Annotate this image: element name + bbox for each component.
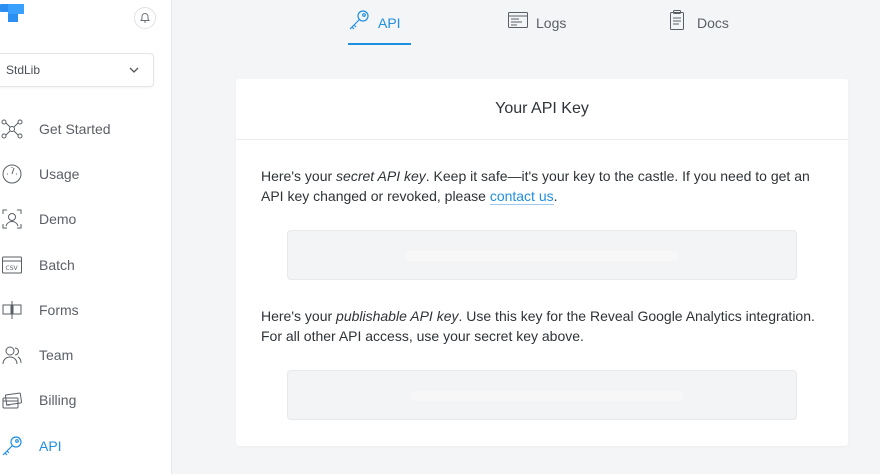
csv-file-icon: CSV xyxy=(0,253,24,277)
tab-label: API xyxy=(378,14,401,31)
sidebar-item-label: Batch xyxy=(39,256,75,273)
chevron-down-icon xyxy=(129,67,139,73)
tab-docs[interactable]: Docs xyxy=(669,0,729,45)
sidebar-item-label: API xyxy=(39,437,62,454)
sidebar-item-usage[interactable]: Usage xyxy=(0,151,172,196)
form-icon xyxy=(0,298,24,322)
masked-key-value xyxy=(411,391,683,401)
notifications-bell-icon[interactable] xyxy=(134,7,156,29)
tab-label: Docs xyxy=(697,14,729,31)
sidebar-item-label: Billing xyxy=(39,392,77,409)
app-logo[interactable] xyxy=(0,4,24,28)
sidebar: StdLib Get Started Usage Demo CSV Batch … xyxy=(0,0,172,474)
team-icon xyxy=(0,343,24,367)
sidebar-item-get-started[interactable]: Get Started xyxy=(0,106,172,151)
card-title: Your API Key xyxy=(236,79,848,140)
contact-us-link[interactable]: contact us xyxy=(489,188,554,205)
sidebar-item-label: Team xyxy=(39,347,74,364)
organization-select-value: StdLib xyxy=(6,63,41,77)
publishable-key-description: Here's your publishable API key. Use thi… xyxy=(261,308,815,344)
masked-key-value xyxy=(406,251,678,261)
tab-label: Logs xyxy=(536,14,567,31)
secret-key-description: Here's your secret API key. Keep it safe… xyxy=(261,168,810,205)
logs-window-icon xyxy=(508,12,528,33)
tab-logs[interactable]: Logs xyxy=(508,0,566,45)
sidebar-nav: Get Started Usage Demo CSV Batch Forms T… xyxy=(0,106,172,468)
api-key-card: Your API Key Here's your secret API key.… xyxy=(236,79,848,446)
sidebar-item-label: Demo xyxy=(39,211,77,228)
key-icon xyxy=(348,9,370,36)
gauge-icon xyxy=(0,162,24,186)
tab-api[interactable]: API xyxy=(348,0,411,45)
organization-select[interactable]: StdLib xyxy=(0,53,154,87)
sidebar-item-demo[interactable]: Demo xyxy=(0,197,172,242)
credit-card-icon xyxy=(0,388,24,412)
publishable-api-key-field[interactable] xyxy=(287,370,797,420)
sidebar-item-forms[interactable]: Forms xyxy=(0,287,172,332)
sidebar-item-batch[interactable]: CSV Batch xyxy=(0,242,172,287)
document-icon xyxy=(669,10,685,35)
sidebar-item-label: Get Started xyxy=(39,120,111,137)
secret-api-key-field[interactable] xyxy=(287,230,797,280)
network-icon xyxy=(0,117,24,141)
sidebar-item-team[interactable]: Team xyxy=(0,332,172,377)
sidebar-item-api[interactable]: API xyxy=(0,423,172,468)
key-icon xyxy=(0,434,24,458)
sidebar-item-billing[interactable]: Billing xyxy=(0,378,172,423)
sidebar-item-label: Usage xyxy=(39,165,80,182)
svg-text:CSV: CSV xyxy=(6,265,19,272)
sidebar-item-label: Forms xyxy=(39,301,79,318)
face-scan-icon xyxy=(0,207,24,231)
top-tabs: API Logs Docs xyxy=(172,0,880,45)
